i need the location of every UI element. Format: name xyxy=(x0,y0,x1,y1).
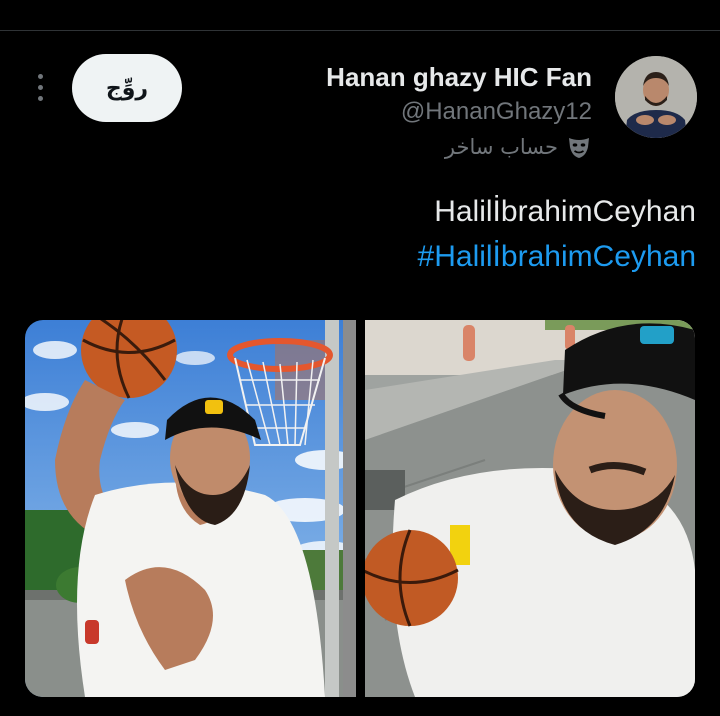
promote-button[interactable]: روِّج xyxy=(72,54,182,122)
display-name[interactable]: Hanan ghazy HIC Fan xyxy=(326,62,592,93)
parody-label-row: حساب ساخر xyxy=(445,134,592,160)
photo-left-image xyxy=(25,320,356,697)
parody-label: حساب ساخر xyxy=(444,135,558,159)
more-options-icon[interactable] xyxy=(30,74,50,104)
user-handle[interactable]: @HananGhazy12 xyxy=(401,98,592,126)
theater-mask-icon xyxy=(569,138,589,158)
avatar[interactable] xyxy=(615,56,697,138)
hashtag-link[interactable]: #HalilİbrahimCeyhan xyxy=(418,240,696,274)
photo-right-image xyxy=(365,320,695,697)
photo-basketball-hoop[interactable] xyxy=(25,320,356,697)
top-divider xyxy=(0,30,720,31)
photo-selfie[interactable] xyxy=(365,320,695,697)
post-text: HalilİbrahimCeyhan xyxy=(434,195,696,228)
media-grid xyxy=(25,320,695,697)
